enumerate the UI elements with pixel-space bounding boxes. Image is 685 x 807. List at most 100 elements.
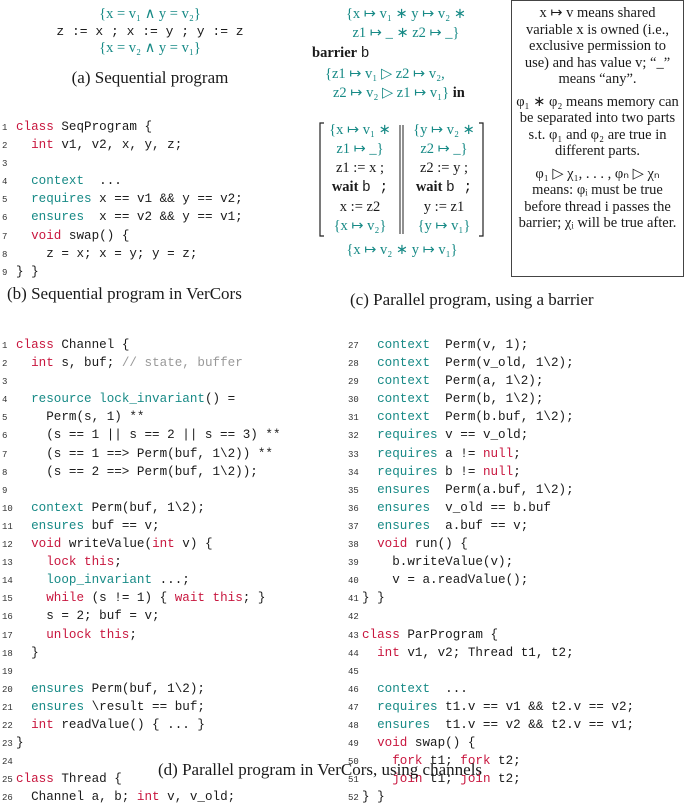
- code-line: 43 class ParProgram {: [348, 627, 634, 645]
- barrier-keyword: barrier: [312, 45, 358, 61]
- thread2-wait: wait b ;: [406, 178, 482, 198]
- code-token: b.writeValue(v);: [362, 555, 514, 570]
- code-token: b !=: [437, 464, 483, 479]
- spec-token: context: [377, 374, 431, 389]
- code-token: ;: [114, 555, 122, 570]
- spec-token: requires: [377, 428, 438, 443]
- code-token: Perm(a, 1\2);: [430, 374, 544, 389]
- caption-c: (c) Parallel program, using a barrier: [350, 290, 594, 309]
- code-token: () =: [204, 392, 236, 407]
- code-token: readValue() { ... }: [53, 717, 205, 732]
- spec-token: context: [377, 410, 431, 425]
- line-number: 42: [348, 612, 359, 623]
- line-number: 10: [2, 503, 13, 514]
- barrier-spec-line1: {z1 ↦ v₁ ▷ z2 ↦ v₂,: [325, 66, 445, 82]
- line-number: 41: [348, 594, 359, 605]
- line-number: 19: [2, 666, 13, 677]
- caption-d: (d) Parallel program in VerCors, using c…: [158, 760, 483, 779]
- legend-maps-to: x ↦ v means shared variable x is owned (…: [524, 5, 671, 87]
- keyword-token: int: [136, 790, 160, 805]
- code-line: 3: [2, 155, 243, 173]
- thread1-stmt3: x := z2: [339, 199, 381, 215]
- line-number: 1: [2, 341, 8, 351]
- code-line: 9: [2, 482, 281, 500]
- code-token: writeValue(: [61, 537, 153, 552]
- code-token: Channel {: [53, 338, 130, 352]
- code-token: v1, v2, x, y, z;: [53, 138, 183, 153]
- line-number: 4: [2, 395, 8, 406]
- code-line: 2 int v1, v2, x, y, z;: [2, 137, 243, 155]
- spec-token: requires: [377, 464, 438, 479]
- code-token: }: [16, 736, 24, 751]
- code-line: 10 context Perm(buf, 1\2);: [2, 500, 281, 518]
- thread1-pre2: z1 ↦ _}: [336, 141, 384, 157]
- code-line: 46 context ...: [348, 681, 634, 699]
- thread2-stmt1: z2 := y ;: [419, 160, 469, 176]
- code-token: ;: [129, 627, 137, 642]
- code-token: Perm(b.buf, 1\2);: [430, 410, 574, 425]
- code-token: ...: [84, 174, 122, 189]
- code-token: } }: [362, 591, 385, 606]
- keyword-token: void: [377, 736, 408, 751]
- legend-separating-conjunction: φ₁ ∗ φ₂ means memory can be separated in…: [516, 93, 679, 160]
- figure-c: {x ↦ v₁ ∗ y ↦ v₂ ∗ z1 ↦ _ ∗ z2 ↦ _} barr…: [300, 6, 512, 102]
- code-token: t1.v == v2 && t2.v == v1;: [430, 717, 635, 732]
- code-line: 21 ensures \result == buf;: [2, 699, 281, 717]
- spec-token: loop_invariant: [46, 573, 153, 588]
- code-token: v, v_old;: [159, 790, 236, 805]
- spec-token: resource lock_invariant: [31, 392, 205, 407]
- wait-arg: b ;: [362, 180, 389, 196]
- code-token: Perm(buf, 1\2);: [84, 500, 205, 515]
- line-number: 46: [348, 684, 359, 695]
- wait-arg: b ;: [446, 180, 473, 196]
- spec-token: context: [31, 500, 85, 515]
- figure-a: {x = v₁ ∧ y = v₂} z := x ; x := y ; y :=…: [0, 6, 300, 88]
- spec-token: ensures: [31, 518, 85, 533]
- line-number: 25: [2, 775, 13, 786]
- thread2-pre2: z2 ↦ _}: [420, 141, 468, 157]
- code-line: 5 Perm(s, 1) **: [2, 409, 281, 427]
- line-number: 16: [2, 612, 13, 623]
- statement-a: z := x ; x := y ; y := z: [56, 24, 244, 39]
- legend-box: x ↦ v means shared variable x is owned (…: [511, 0, 684, 277]
- caption-b: (b) Sequential program in VerCors: [7, 284, 242, 303]
- code-line: 27 context Perm(v, 1);: [348, 337, 634, 355]
- code-token: s = 2; buf = v;: [16, 609, 160, 624]
- code-listing-d-left: 1 class Channel {2 int s, buf; // state, …: [2, 337, 281, 807]
- thread2-post: {y ↦ v₁}: [417, 218, 471, 234]
- code-line: 4 context ...: [2, 173, 243, 191]
- keyword-token: int: [31, 356, 54, 371]
- code-token: }: [16, 645, 39, 660]
- spec-token: context: [377, 392, 431, 407]
- spec-token: ensures: [31, 699, 85, 714]
- barrier-spec-text: z2 ↦ v₂ ▷ z1 ↦ v₁}: [333, 85, 450, 101]
- code-token: t1.v == v1 && t2.v == v2;: [437, 699, 635, 714]
- keyword-token: int: [31, 717, 54, 732]
- line-number: 20: [2, 684, 13, 695]
- code-line: 2 int s, buf; // state, buffer: [2, 355, 281, 373]
- code-token: ...;: [152, 573, 190, 588]
- code-token: a.buf == v;: [430, 518, 529, 533]
- code-line: 52} }: [348, 789, 634, 807]
- code-token: Channel a, b;: [16, 790, 137, 805]
- thread-2: {y ↦ v₂ ∗ z2 ↦ _} z2 := y ; wait b ; y :…: [406, 121, 482, 236]
- keyword-token: null: [482, 446, 514, 461]
- line-number: 8: [2, 467, 8, 478]
- code-token: t2;: [490, 754, 521, 769]
- code-line: 31 context Perm(b.buf, 1\2);: [348, 409, 634, 427]
- line-number: 28: [348, 359, 359, 370]
- code-line: 1 class SeqProgram {: [2, 119, 243, 137]
- line-number: 23: [2, 739, 13, 750]
